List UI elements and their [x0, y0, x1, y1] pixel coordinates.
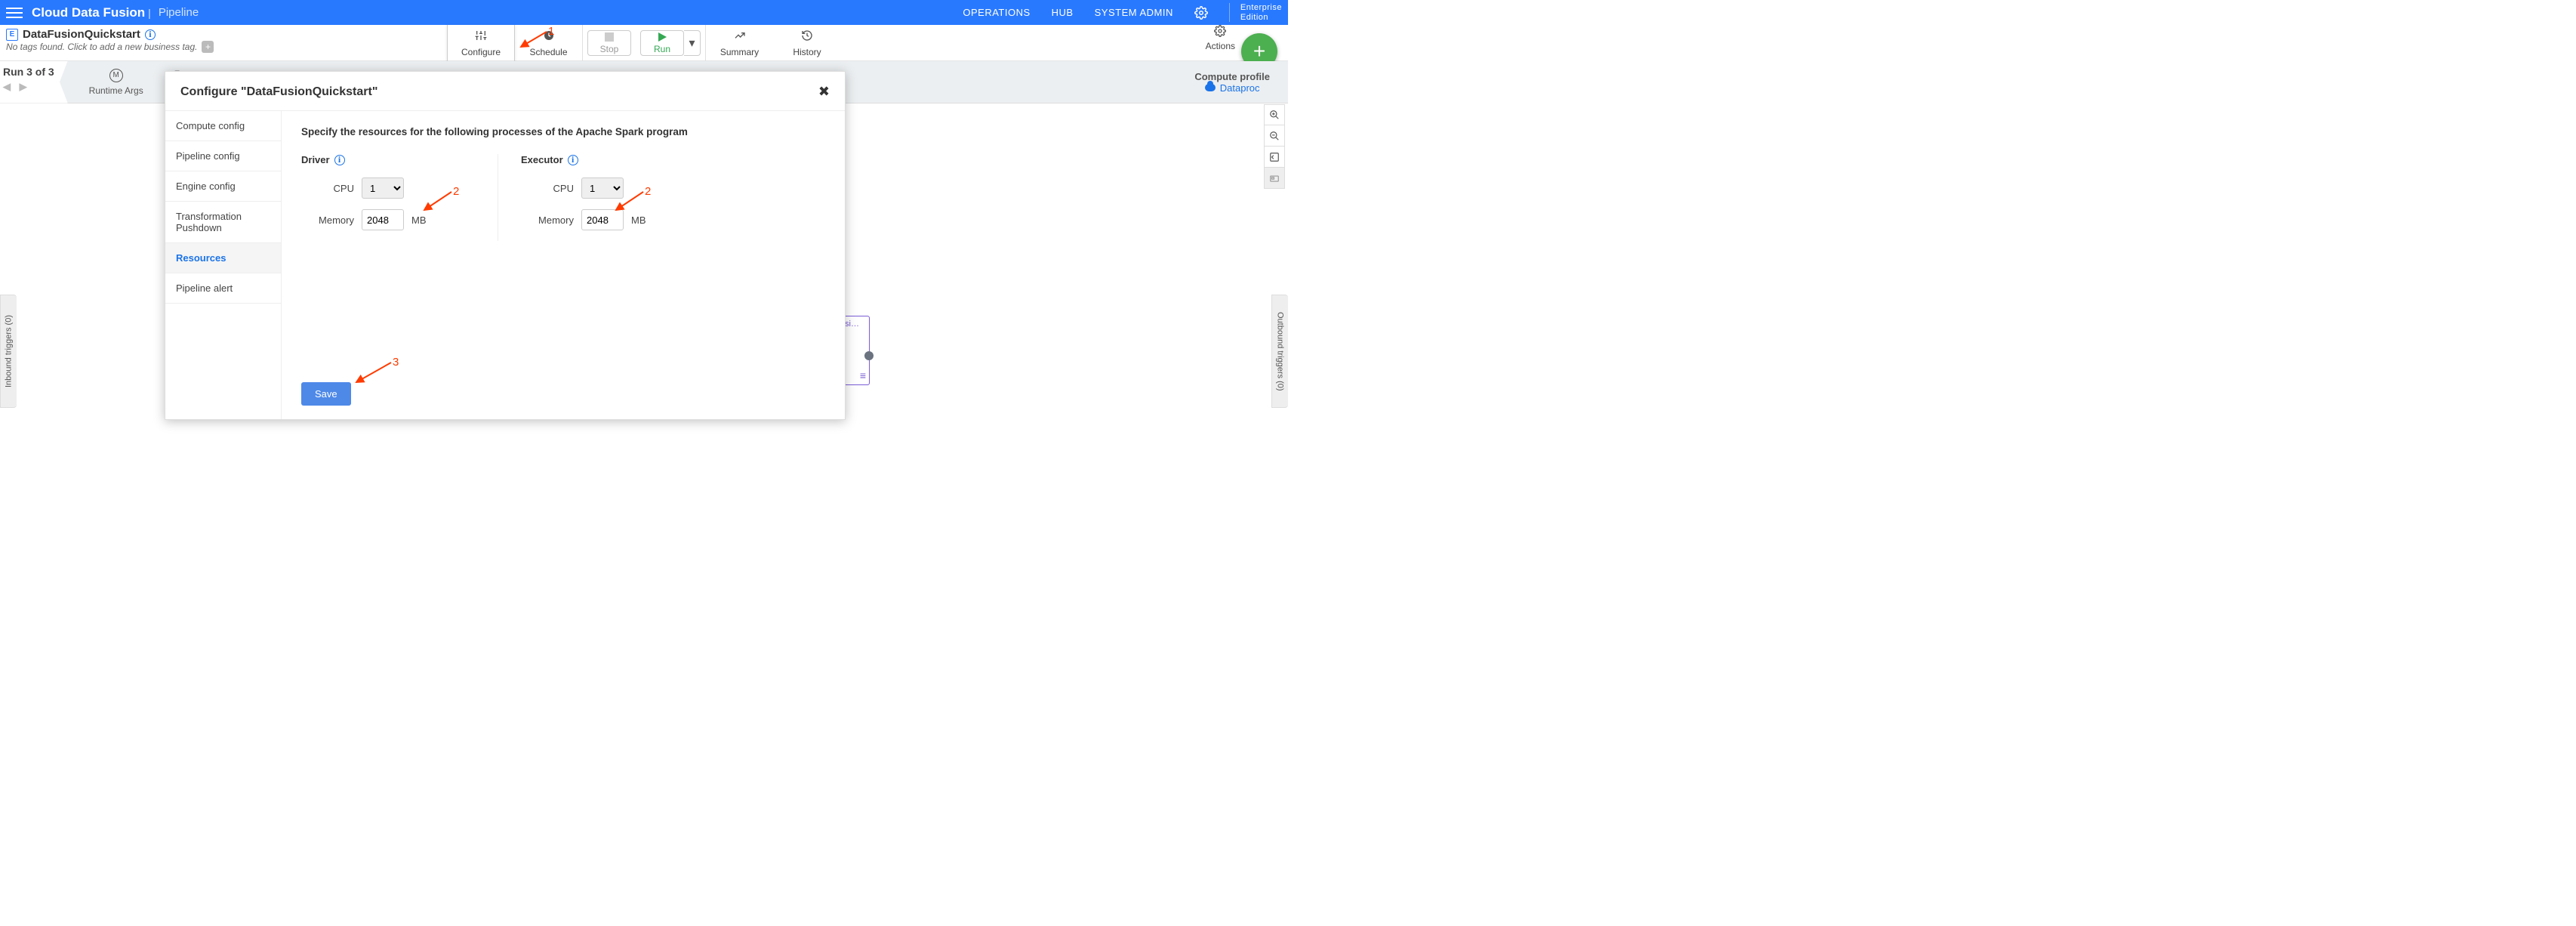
- compute-profile[interactable]: Compute profile Dataproc: [1194, 71, 1288, 94]
- configure-button[interactable]: Configure: [447, 25, 515, 61]
- executor-column: Executori CPU 1 Memory MB: [498, 154, 694, 241]
- tags-hint[interactable]: No tags found. Click to add a new busine…: [6, 41, 214, 53]
- executor-memory-label: Memory: [521, 215, 574, 226]
- tab-resources[interactable]: Resources: [165, 243, 281, 273]
- top-nav: OPERATIONS HUB SYSTEM ADMIN Enterprise E…: [963, 3, 1282, 21]
- modal-header: Configure "DataFusionQuickstart" ✖: [165, 72, 845, 111]
- save-button[interactable]: Save: [301, 382, 351, 406]
- run-button[interactable]: Run: [640, 30, 684, 56]
- resources-heading: Specify the resources for the following …: [301, 126, 825, 137]
- runtime-args-tab[interactable]: M Runtime Args: [89, 69, 143, 96]
- pipeline-type-icon: E: [6, 29, 18, 41]
- executor-cpu-select[interactable]: 1: [581, 177, 624, 199]
- executor-cpu-label: CPU: [521, 183, 574, 194]
- sliders-icon: [475, 29, 487, 45]
- runtime-args-icon: M: [109, 69, 123, 82]
- tab-transformation-pushdown[interactable]: Transformation Pushdown: [165, 202, 281, 243]
- driver-memory-unit: MB: [411, 215, 427, 226]
- next-run-icon[interactable]: ▶: [20, 81, 27, 92]
- zoom-in-icon[interactable]: [1264, 104, 1285, 125]
- node-output-port[interactable]: [864, 351, 874, 360]
- info-bar: E DataFusionQuickstart i No tags found. …: [0, 25, 1288, 61]
- modal-body: Compute config Pipeline config Engine co…: [165, 111, 845, 419]
- node-menu-icon[interactable]: ≡: [860, 369, 866, 381]
- stop-button[interactable]: Stop: [587, 30, 631, 56]
- settings-icon[interactable]: [1194, 6, 1208, 20]
- add-tag-icon[interactable]: +: [202, 41, 214, 53]
- driver-cpu-select[interactable]: 1: [362, 177, 404, 199]
- gear-icon: [1214, 25, 1226, 39]
- schedule-button[interactable]: Schedule: [515, 25, 583, 61]
- tab-compute-config[interactable]: Compute config: [165, 111, 281, 141]
- brand-name: Cloud Data Fusion: [32, 5, 145, 20]
- close-icon[interactable]: ✖: [818, 84, 830, 100]
- info-icon[interactable]: i: [334, 155, 345, 165]
- toolbar-center: Configure Schedule Stop Run ▾: [447, 25, 841, 61]
- executor-memory-unit: MB: [631, 215, 646, 226]
- outbound-triggers-tab[interactable]: Outbound triggers (0): [1271, 295, 1288, 408]
- modal-main: Specify the resources for the following …: [282, 111, 845, 419]
- actions-button[interactable]: Actions: [1206, 25, 1235, 51]
- clock-icon: [543, 29, 555, 45]
- menu-icon[interactable]: [6, 8, 23, 18]
- driver-cpu-label: CPU: [301, 183, 354, 194]
- canvas-tool-rail: [1264, 104, 1285, 189]
- zoom-out-icon[interactable]: [1264, 125, 1285, 147]
- tab-pipeline-config[interactable]: Pipeline config: [165, 141, 281, 171]
- modal-sidebar: Compute config Pipeline config Engine co…: [165, 111, 282, 419]
- summary-button[interactable]: Summary: [705, 25, 773, 61]
- tab-engine-config[interactable]: Engine config: [165, 171, 281, 202]
- history-icon: [801, 29, 813, 45]
- modal-title: Configure "DataFusionQuickstart": [180, 85, 377, 99]
- info-icon[interactable]: i: [145, 29, 156, 40]
- top-bar: Cloud Data Fusion | Pipeline OPERATIONS …: [0, 0, 1288, 25]
- tab-pipeline-alert[interactable]: Pipeline alert: [165, 273, 281, 304]
- nav-system-admin[interactable]: SYSTEM ADMIN: [1095, 7, 1173, 18]
- inbound-triggers-tab[interactable]: Inbound triggers (0): [0, 295, 17, 408]
- edition-label: Enterprise Edition: [1229, 3, 1282, 21]
- driver-memory-input[interactable]: [362, 209, 404, 230]
- cloud-icon: [1205, 84, 1216, 91]
- executor-memory-input[interactable]: [581, 209, 624, 230]
- fit-screen-icon[interactable]: [1264, 147, 1285, 168]
- nav-hub[interactable]: HUB: [1052, 7, 1074, 18]
- configure-modal: Configure "DataFusionQuickstart" ✖ Compu…: [165, 71, 846, 420]
- run-dropdown[interactable]: ▾: [684, 30, 701, 56]
- driver-memory-label: Memory: [301, 215, 354, 226]
- chart-icon: [734, 29, 746, 45]
- brand-separator: |: [148, 7, 151, 19]
- info-icon[interactable]: i: [568, 155, 578, 165]
- minimap-icon[interactable]: [1264, 168, 1285, 189]
- stop-icon: [605, 32, 614, 44]
- nav-operations[interactable]: OPERATIONS: [963, 7, 1030, 18]
- run-count: Run 3 of 3 ◀ ▶: [0, 61, 68, 103]
- history-button[interactable]: History: [773, 25, 841, 61]
- run-controls: Stop Run ▾: [583, 25, 705, 61]
- driver-column: Driveri CPU 1 Memory MB: [301, 154, 498, 241]
- brand-section[interactable]: Pipeline: [159, 6, 199, 19]
- prev-run-icon[interactable]: ◀: [3, 81, 11, 92]
- play-icon: [658, 32, 667, 44]
- pipeline-name: E DataFusionQuickstart i: [6, 28, 214, 41]
- pipeline-meta: E DataFusionQuickstart i No tags found. …: [0, 25, 220, 53]
